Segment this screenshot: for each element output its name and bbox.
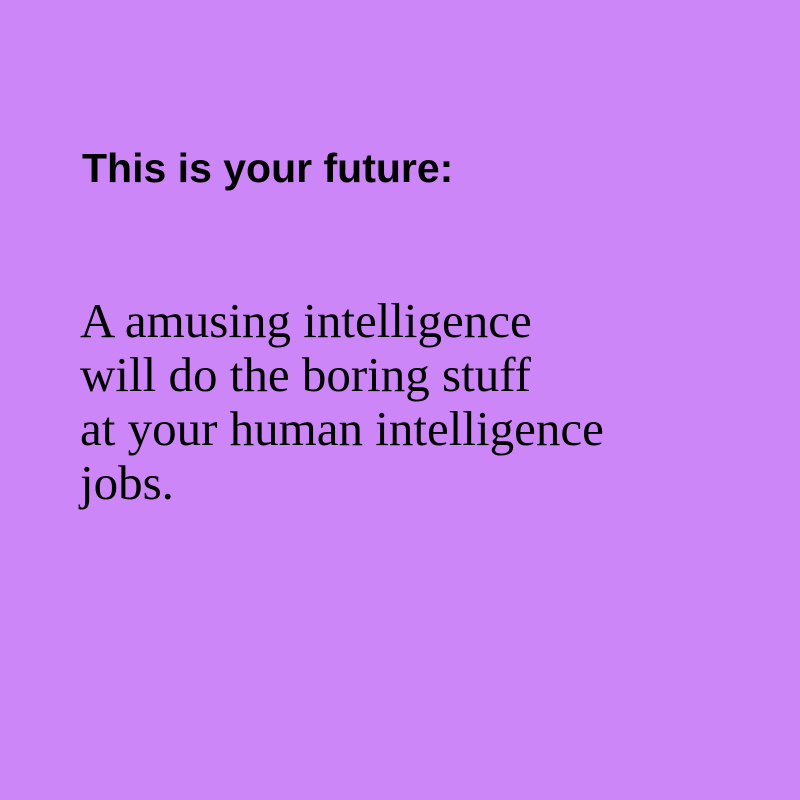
body-line-3: at your human intelligence: [80, 401, 604, 456]
body-text: A amusing intelligence will do the borin…: [80, 294, 604, 510]
body-line-2: will do the boring stuff: [80, 347, 531, 402]
body-line-4: jobs.: [80, 455, 174, 510]
heading: This is your future:: [82, 145, 454, 191]
body-line-1: A amusing intelligence: [80, 293, 532, 348]
